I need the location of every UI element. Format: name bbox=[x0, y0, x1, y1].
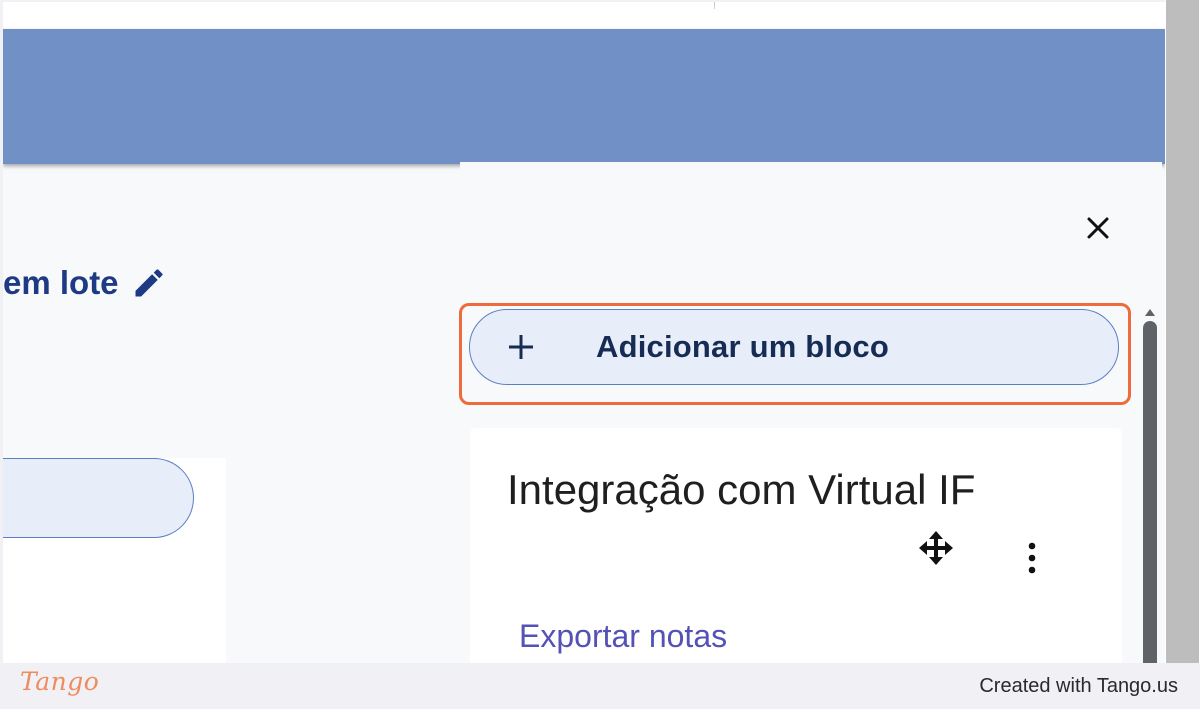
drawer-scrollbar[interactable] bbox=[1140, 306, 1159, 676]
left-panel-button[interactable] bbox=[3, 458, 194, 538]
header-banner bbox=[3, 29, 1165, 164]
page-title: em lote bbox=[3, 264, 167, 302]
plus-icon bbox=[509, 335, 533, 359]
page-title-text: em lote bbox=[3, 264, 119, 301]
block-title: Integração com Virtual IF bbox=[507, 466, 976, 513]
block-card: Integração com Virtual IF Exportar notas bbox=[470, 428, 1122, 668]
kebab-menu-icon[interactable] bbox=[1020, 538, 1044, 578]
pencil-icon[interactable] bbox=[131, 265, 167, 301]
move-icon[interactable] bbox=[916, 528, 956, 568]
page-scrollbar[interactable] bbox=[1165, 0, 1200, 663]
close-button[interactable] bbox=[1080, 210, 1116, 246]
scroll-up-arrow-icon[interactable] bbox=[1144, 308, 1156, 318]
top-strip bbox=[3, 2, 1165, 29]
export-grades-link[interactable]: Exportar notas bbox=[519, 618, 727, 655]
page-scrollbar-track[interactable] bbox=[1166, 0, 1199, 663]
close-icon bbox=[1087, 217, 1109, 239]
created-with-text: Created with Tango.us bbox=[979, 675, 1178, 697]
divider bbox=[714, 2, 715, 9]
tango-logo: Tango bbox=[20, 667, 100, 696]
scrollbar-thumb[interactable] bbox=[1143, 321, 1157, 676]
footer: Tango Created with Tango.us bbox=[0, 663, 1200, 709]
add-block-button[interactable]: Adicionar um bloco bbox=[469, 309, 1119, 385]
add-block-label: Adicionar um bloco bbox=[596, 329, 889, 364]
